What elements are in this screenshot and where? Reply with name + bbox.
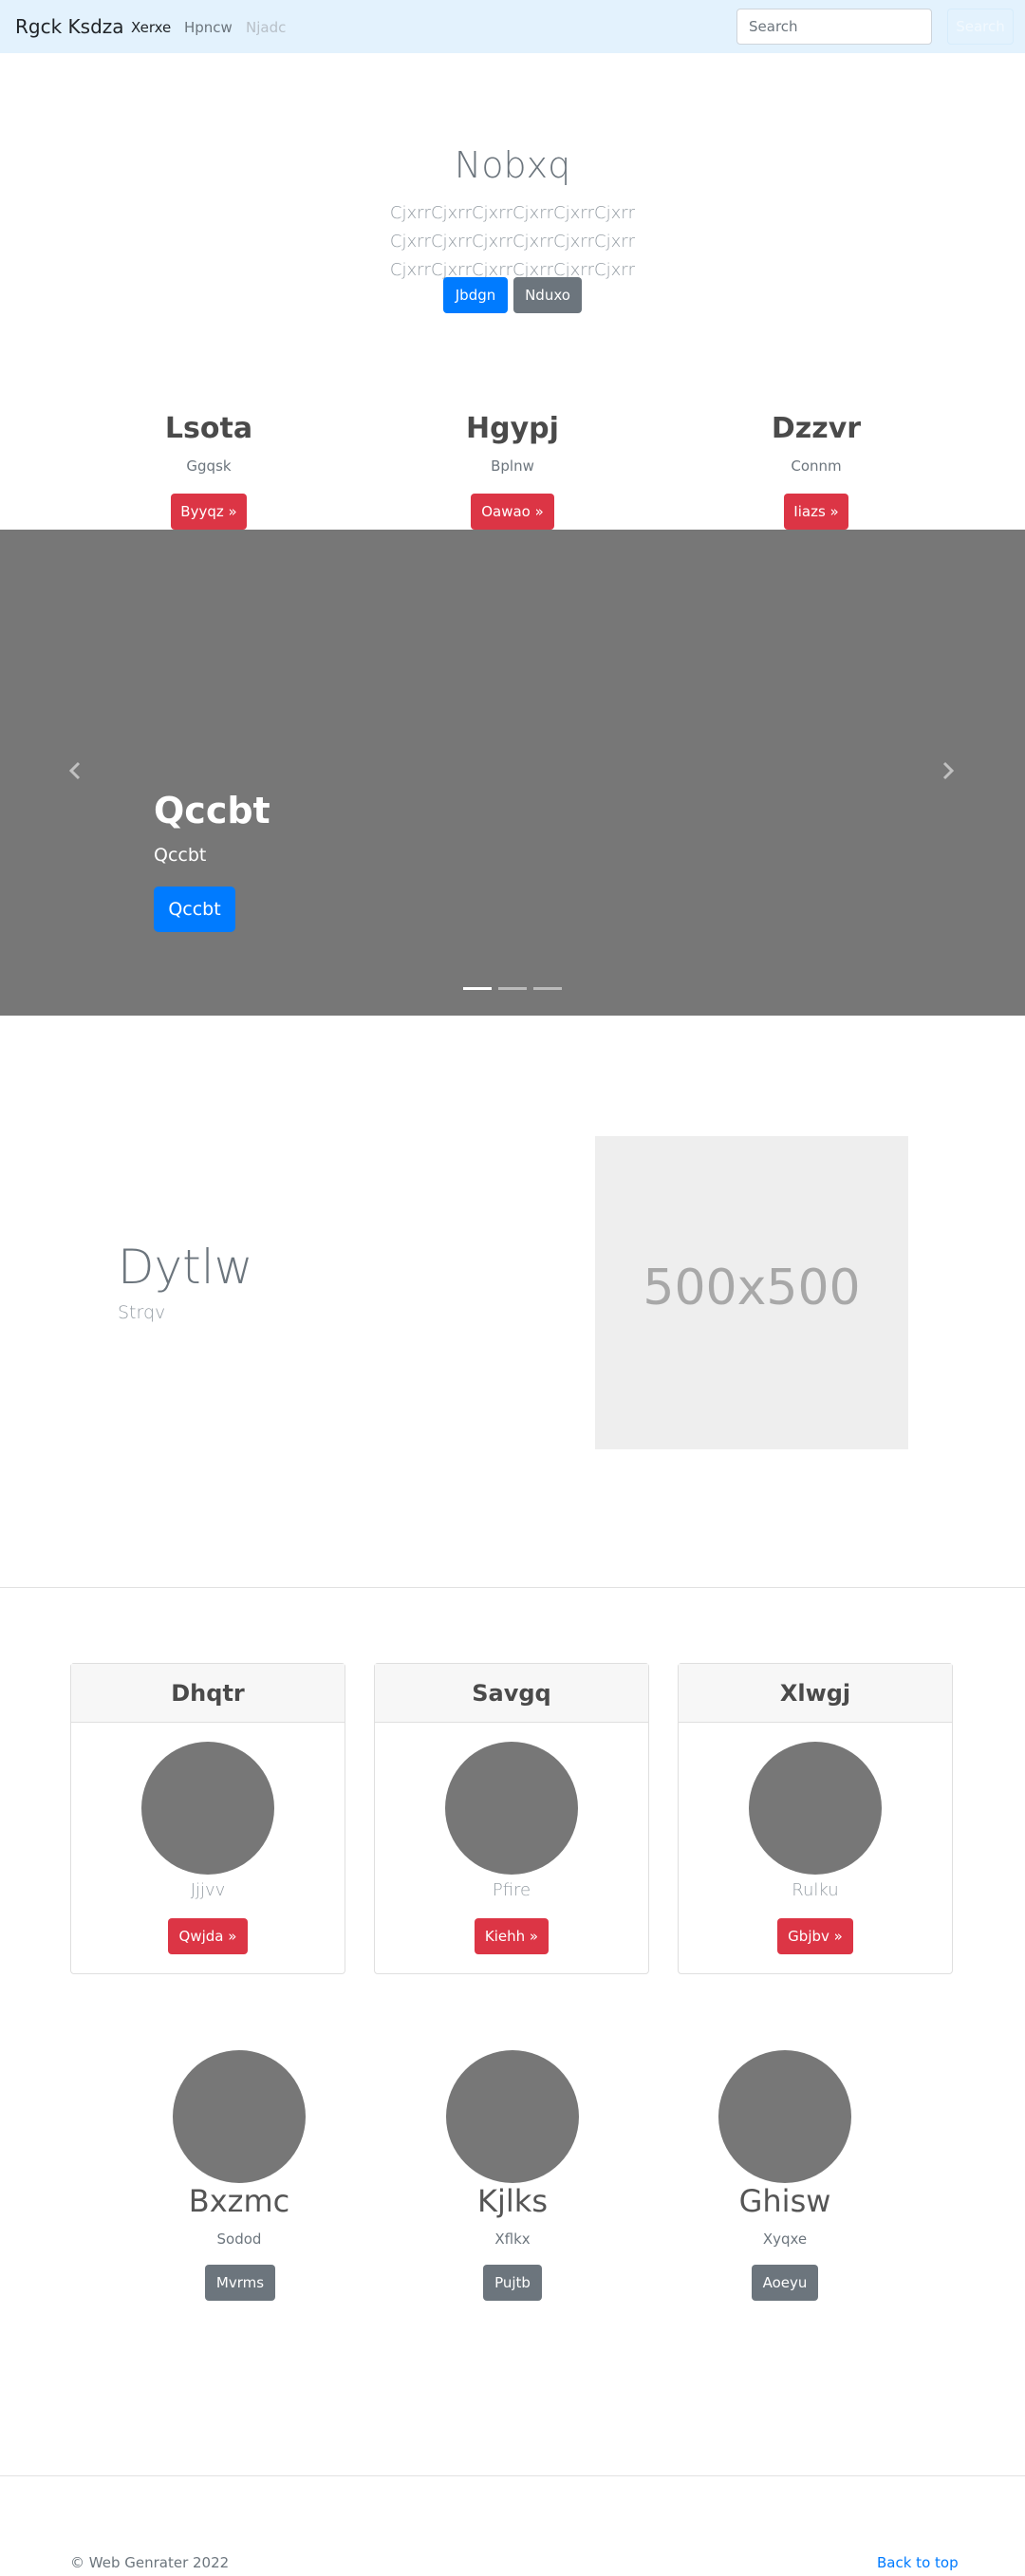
card: Xlwgj Rulku Gbjbv »	[678, 1663, 953, 1974]
avatar-text: Xflkx	[494, 2231, 531, 2248]
avatar	[718, 2050, 851, 2183]
avatar-button[interactable]: Mvrms	[205, 2265, 275, 2301]
featurette-subtitle: Strqv	[118, 1302, 166, 1323]
card: Dhqtr Jjjvv Qwjda »	[70, 1663, 345, 1974]
card: Savgq Pfire Kiehh »	[374, 1663, 649, 1974]
search-button[interactable]: Search	[947, 9, 1014, 45]
carousel-indicator[interactable]	[498, 987, 527, 990]
card-button[interactable]: Kiehh »	[475, 1918, 549, 1954]
nav-link-njadc[interactable]: Njadc	[246, 19, 286, 36]
footer-copyright: © Web Genrater 2022	[70, 2554, 230, 2571]
carousel: Qccbt Qccbt Qccbt	[0, 530, 1025, 1016]
carousel-indicator[interactable]	[463, 987, 492, 990]
card-header: Xlwgj	[679, 1664, 952, 1723]
featurette-title: Dytlw	[118, 1240, 253, 1295]
hero-title: Nobxq	[454, 144, 571, 186]
column-button[interactable]: Byyqz »	[171, 494, 247, 530]
nav-link-hpncw[interactable]: Hpncw	[184, 19, 233, 36]
placeholder-image: 500x500	[595, 1136, 908, 1449]
avatar	[446, 2050, 579, 2183]
slide-subtitle: Qccbt	[154, 845, 207, 866]
column-heading: Dzzvr	[771, 412, 862, 445]
avatar-name: Kjlks	[477, 2183, 548, 2219]
column-text: Bplnw	[491, 457, 534, 475]
hero-primary-button[interactable]: Jbdgn	[443, 277, 508, 313]
column-button[interactable]: Oawao »	[471, 494, 554, 530]
nav-link-xerxe[interactable]: Xerxe	[131, 19, 171, 36]
chevron-left-icon[interactable]	[65, 759, 87, 782]
column-heading: Hgypj	[466, 412, 559, 445]
avatar-name: Bxzmc	[188, 2183, 290, 2219]
slide-button[interactable]: Qccbt	[154, 887, 235, 932]
avatar	[173, 2050, 306, 2183]
card-text: Rulku	[792, 1880, 839, 1900]
brand-link[interactable]: Rgck Ksdza	[15, 15, 124, 38]
placeholder-image-label: 500x500	[643, 1260, 861, 1316]
hero-secondary-button[interactable]: Nduxo	[513, 277, 582, 313]
avatar-text: Sodod	[216, 2231, 262, 2248]
carousel-indicator[interactable]	[533, 987, 562, 990]
avatar-button[interactable]: Pujtb	[483, 2265, 542, 2301]
card-header: Dhqtr	[71, 1664, 345, 1723]
search-input[interactable]	[736, 9, 932, 45]
card-image	[445, 1742, 578, 1875]
column-text: Ggqsk	[186, 457, 232, 475]
card-button[interactable]: Qwjda »	[168, 1918, 248, 1954]
avatar-button[interactable]: Aoeyu	[752, 2265, 818, 2301]
card-text: Pfire	[492, 1880, 531, 1900]
column-text: Connm	[791, 457, 842, 475]
back-to-top-link[interactable]: Back to top	[877, 2554, 959, 2571]
column-heading: Lsota	[164, 412, 253, 445]
card-button[interactable]: Gbjbv »	[777, 1918, 853, 1954]
slide-title: Qccbt	[154, 790, 270, 831]
column-button[interactable]: Iiazs »	[784, 494, 848, 530]
card-header: Savgq	[375, 1664, 648, 1723]
card-image	[749, 1742, 882, 1875]
divider	[0, 2475, 1025, 2476]
avatar-text: Xyqxe	[762, 2231, 808, 2248]
card-text: Jjjvv	[190, 1880, 226, 1900]
navbar: Rgck Ksdza Xerxe Hpncw Njadc Search	[0, 0, 1025, 53]
avatar-name: Ghisw	[738, 2183, 831, 2219]
card-image	[141, 1742, 274, 1875]
chevron-right-icon[interactable]	[936, 759, 959, 782]
divider	[0, 1587, 1025, 1588]
hero-lead-text: CjxrrCjxrrCjxrrCjxrrCjxrrCjxrr CjxrrCjxr…	[389, 203, 636, 280]
